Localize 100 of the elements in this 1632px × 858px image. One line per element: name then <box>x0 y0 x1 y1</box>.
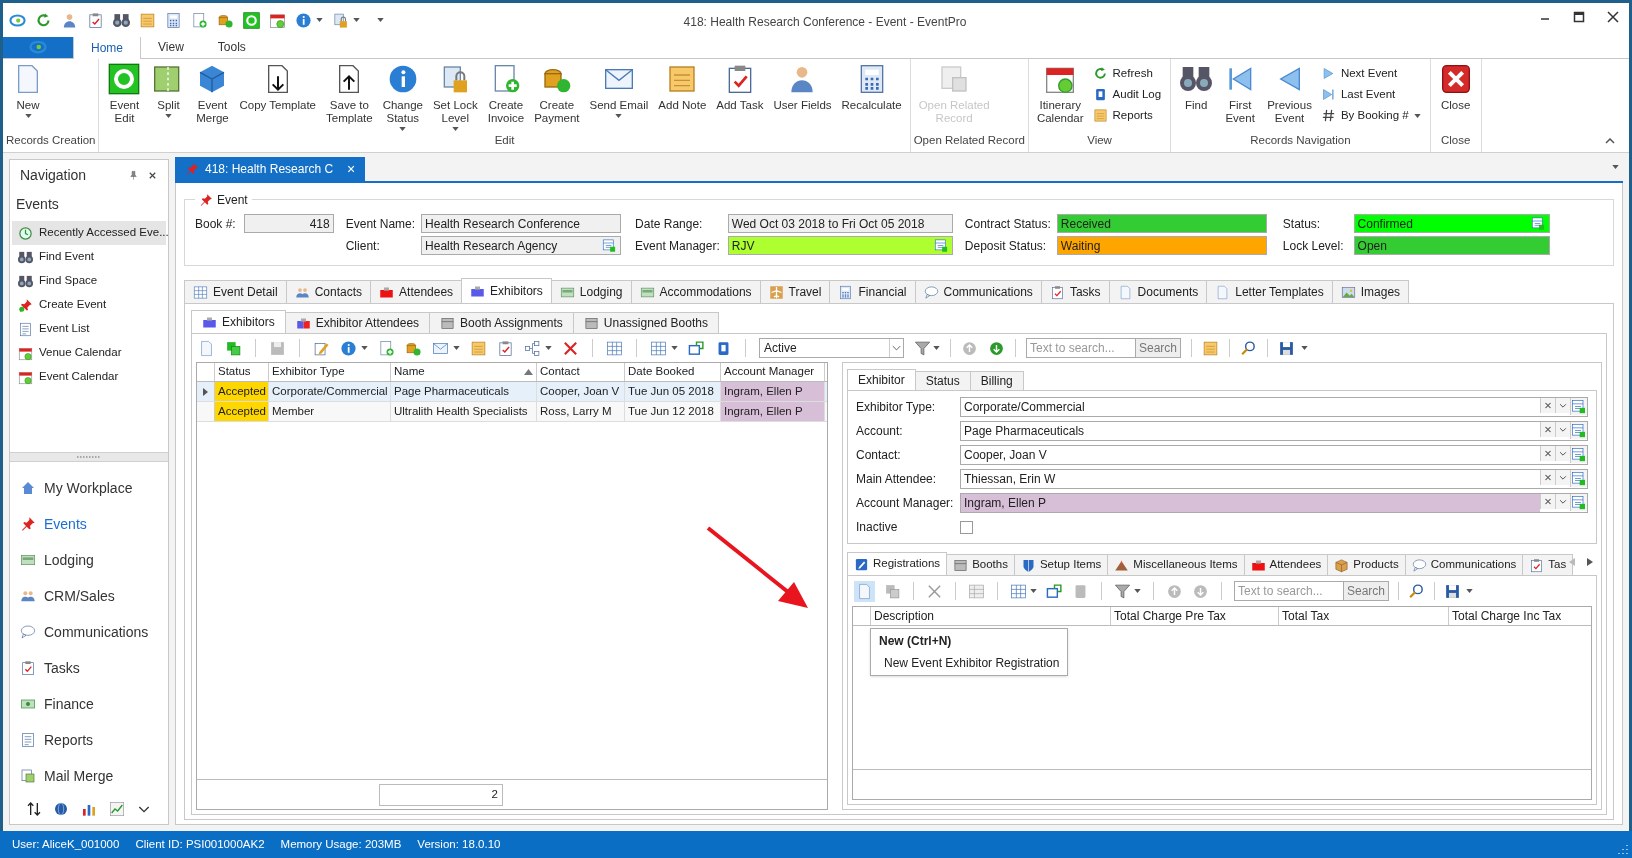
column-header[interactable]: Name <box>391 363 537 381</box>
ribbon-small-button[interactable]: Next Event <box>1320 65 1421 82</box>
module-item[interactable]: Tasks <box>10 650 168 686</box>
tab[interactable]: Exhibitors <box>191 310 286 334</box>
ribbon-small-button[interactable]: By Booking # <box>1320 107 1421 124</box>
tab[interactable]: Accommodations <box>630 280 761 304</box>
ribbon-button[interactable]: Split <box>146 63 191 118</box>
nav-item[interactable]: Find Space <box>12 269 166 293</box>
ribbon-button[interactable]: Previous Event <box>1262 63 1317 125</box>
ribbon-small-button[interactable]: Last Event <box>1320 86 1421 103</box>
ribbon-button[interactable]: Event Edit <box>102 63 147 125</box>
nav-item[interactable]: Find Event <box>12 245 166 269</box>
tab[interactable]: Travel <box>759 280 831 304</box>
tab[interactable]: Billing <box>969 371 1024 391</box>
column-header[interactable]: Contact <box>537 363 625 381</box>
input-field[interactable]: Confirmed <box>1353 214 1550 233</box>
ribbon-button[interactable]: New <box>6 63 50 118</box>
column-header[interactable]: Total Charge Inc Tax <box>1449 607 1591 625</box>
ribbon-small-button[interactable]: Refresh <box>1092 65 1162 82</box>
tab[interactable]: Tas <box>1522 554 1574 576</box>
tab-close-button[interactable]: × <box>347 158 356 180</box>
column-header[interactable]: Date Booked <box>625 363 721 381</box>
column-header[interactable]: Description <box>871 607 1111 625</box>
document-tab[interactable]: 418: Health Research C × <box>175 157 366 181</box>
input-field[interactable]: Open <box>1353 236 1550 255</box>
ribbon-button[interactable]: Add Task <box>711 63 769 112</box>
module-item[interactable]: Events <box>10 506 168 542</box>
ribbon-button[interactable]: First Event <box>1218 63 1263 125</box>
column-header[interactable]: Total Charge Pre Tax <box>1111 607 1279 625</box>
tab[interactable]: Attendees <box>370 280 463 304</box>
search-field[interactable]: Text to search... <box>1234 581 1344 601</box>
module-item[interactable]: My Workplace <box>10 470 168 506</box>
input-field[interactable]: RJV <box>727 236 953 255</box>
column-header[interactable]: Total Tax <box>1279 607 1449 625</box>
tab[interactable]: Documents <box>1108 280 1208 304</box>
tab[interactable]: Booths <box>946 554 1015 576</box>
tab[interactable]: Financial <box>829 280 916 304</box>
tab[interactable]: Exhibitor Attendees <box>284 312 431 334</box>
ribbon-button[interactable]: Save to Template <box>321 63 378 125</box>
tab[interactable]: Event Detail <box>184 280 287 304</box>
tab[interactable]: Communications <box>914 280 1042 304</box>
ribbon-button[interactable]: User Fields <box>768 63 837 112</box>
tab[interactable]: Letter Templates <box>1206 280 1333 304</box>
ribbon-button[interactable]: Add Note <box>653 63 712 112</box>
ribbon-tab[interactable]: Home <box>73 36 141 59</box>
ribbon-button[interactable]: Find <box>1174 63 1219 112</box>
tab[interactable]: Registrations <box>847 552 948 576</box>
module-item[interactable]: Mail Merge <box>10 758 168 794</box>
input-field[interactable]: Health Research Conference <box>421 214 622 233</box>
table-row[interactable]: Accepted Member Ultralith Health Specialists Ross, Larry M Tue Jun 12 2018 Ingram, Ellen P <box>197 402 827 422</box>
filter-dropdown[interactable]: Active <box>759 338 904 358</box>
input-field[interactable]: Received <box>1056 214 1267 233</box>
tab[interactable]: Contacts <box>285 280 372 304</box>
module-item[interactable]: Reports <box>10 722 168 758</box>
tab[interactable]: Setup Items <box>1013 554 1109 576</box>
tab[interactable]: Status <box>914 371 971 391</box>
column-header[interactable]: Exhibitor Type <box>269 363 391 381</box>
tab[interactable]: Tasks <box>1040 280 1110 304</box>
input-field[interactable]: Waiting <box>1056 236 1267 255</box>
ribbon-small-button[interactable]: Audit Log <box>1092 86 1162 103</box>
column-header[interactable]: Status <box>215 363 269 381</box>
search-field[interactable]: Text to search... <box>1026 338 1136 358</box>
tab[interactable]: Images <box>1331 280 1410 304</box>
ribbon-button[interactable]: Event Merge <box>190 63 235 125</box>
ribbon-button[interactable]: Send Email <box>584 63 654 118</box>
ribbon-button[interactable]: Set Lock Level <box>427 63 483 131</box>
column-header[interactable]: Account Manager <box>721 363 825 381</box>
module-item[interactable]: Communications <box>10 614 168 650</box>
ribbon-button[interactable]: Create Invoice <box>482 63 530 125</box>
tab[interactable]: Miscellaneous Items <box>1107 554 1245 576</box>
table-row[interactable]: Accepted Corporate/Commercial Page Pharmaceuticals Cooper, Joan V Tue Jun 05 2018 Ingram, Ellen P <box>197 382 827 402</box>
tab[interactable]: Lodging <box>550 280 632 304</box>
tab[interactable]: Exhibitor <box>847 369 916 391</box>
ribbon-tab[interactable]: Tools <box>200 36 263 58</box>
module-item[interactable]: Lodging <box>10 542 168 578</box>
input-field[interactable]: Health Research Agency <box>421 236 622 255</box>
nav-item[interactable]: Create Event <box>12 293 166 317</box>
search-button[interactable]: Search <box>1344 581 1390 601</box>
module-item[interactable]: CRM/Sales <box>10 578 168 614</box>
nav-item[interactable]: Venue Calendar <box>12 341 166 365</box>
nav-item[interactable]: Event List <box>12 317 166 341</box>
tab[interactable]: Unassigned Booths <box>572 312 719 334</box>
ribbon-button[interactable]: Create Payment <box>529 63 585 125</box>
tab[interactable]: Booth Assignments <box>429 312 574 334</box>
tab[interactable]: Products <box>1327 554 1406 576</box>
tab[interactable]: Attendees <box>1243 554 1329 576</box>
nav-item[interactable]: Event Calendar <box>12 365 166 389</box>
search-button[interactable]: Search <box>1136 338 1182 358</box>
ribbon-button[interactable]: Recalculate <box>836 63 907 112</box>
input-field[interactable]: Wed Oct 03 2018 to Fri Oct 05 2018 <box>727 214 953 233</box>
tab[interactable]: Communications <box>1404 554 1524 576</box>
ribbon-tab[interactable]: View <box>141 36 201 58</box>
ribbon-small-button[interactable]: Reports <box>1092 107 1162 124</box>
module-item[interactable]: Finance <box>10 686 168 722</box>
ribbon-button[interactable]: Change Status <box>377 63 428 131</box>
nav-item[interactable]: Recently Accessed Eve... <box>12 221 166 245</box>
ribbon-button[interactable]: Itinerary Calendar <box>1031 63 1089 125</box>
ribbon-button[interactable]: Copy Template <box>234 63 321 112</box>
input-field[interactable]: 418 <box>243 214 334 233</box>
ribbon-button[interactable]: Close <box>1433 63 1478 112</box>
